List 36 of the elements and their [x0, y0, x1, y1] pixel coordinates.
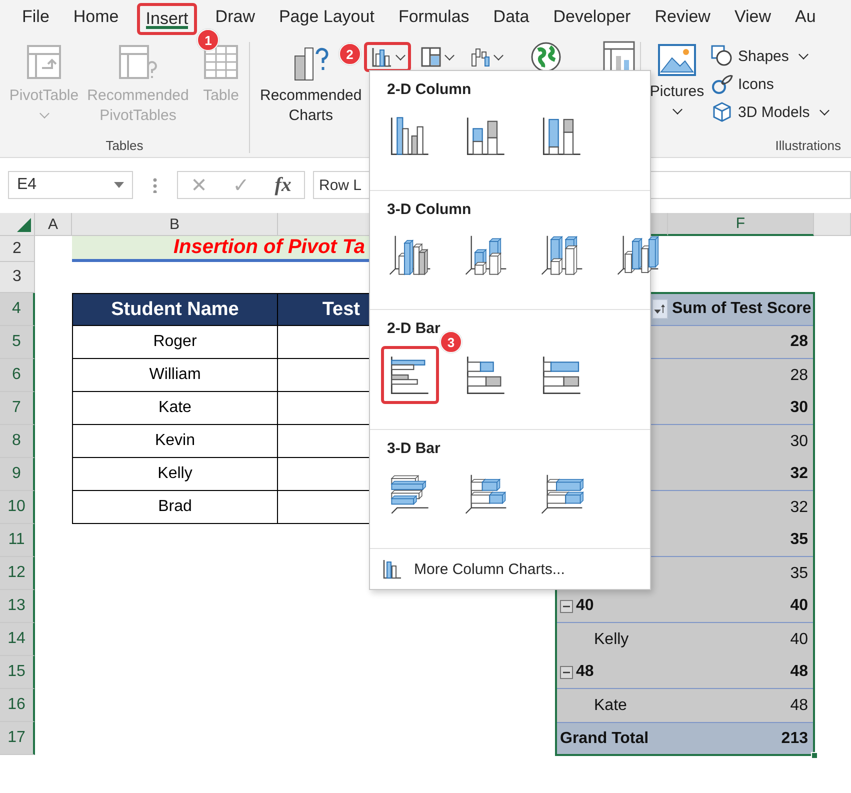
- value-cell: 28: [790, 366, 808, 384]
- table-cell: Roger: [72, 326, 278, 359]
- section-title: 2-D Column: [387, 81, 472, 98]
- row-label: Kate: [594, 696, 627, 714]
- section-title: 3-D Column: [387, 200, 472, 218]
- group-label: Tables: [106, 138, 144, 153]
- value-cell: 32: [790, 465, 808, 483]
- sheet-title: Insertion of Pivot Ta: [174, 236, 365, 259]
- value-cell: 35: [790, 564, 808, 582]
- cell-reference: E4: [17, 176, 37, 194]
- step-badge: 2: [338, 43, 361, 65]
- step-badge: 3: [440, 331, 462, 353]
- value-cell: 40: [790, 597, 808, 615]
- row-label: Grand Total: [560, 730, 649, 748]
- section-title: 3-D Bar: [387, 440, 442, 456]
- table-cell: William: [72, 359, 278, 392]
- value-cell: 28: [790, 333, 808, 351]
- table-cell: Kevin: [72, 425, 278, 458]
- table-cell: Brad: [72, 491, 278, 524]
- value-cell: 30: [790, 432, 808, 450]
- value-cell: 35: [790, 531, 808, 549]
- table-cell: Kelly: [72, 458, 278, 491]
- column-heading: Student Name: [72, 293, 278, 326]
- value-cell: 48: [790, 663, 808, 681]
- step-badge: 1: [197, 29, 220, 51]
- value-cell: 213: [781, 730, 808, 748]
- group-label: Illustrations: [775, 138, 842, 153]
- row-label: 48: [576, 663, 594, 681]
- value-cell: 40: [790, 630, 808, 648]
- row-label: Kelly: [594, 630, 629, 648]
- row-label: 40: [576, 597, 594, 615]
- column-heading: Sum of Test Score: [672, 300, 812, 318]
- value-cell: 32: [790, 498, 808, 516]
- value-cell: 48: [790, 696, 808, 714]
- value-cell: 30: [790, 399, 808, 417]
- table-cell: Kate: [72, 392, 278, 425]
